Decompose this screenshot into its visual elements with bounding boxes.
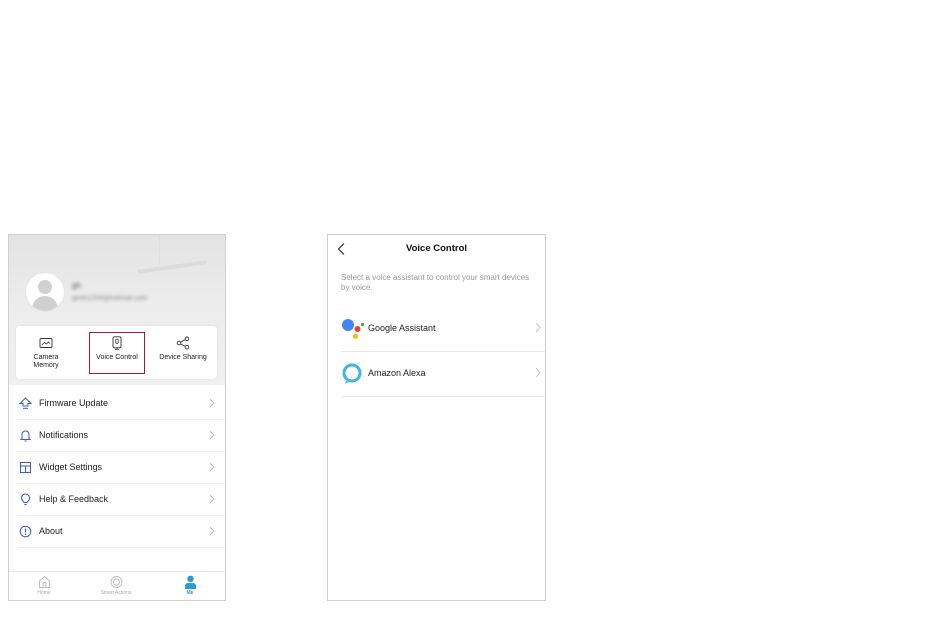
device-sharing-label: Device Sharing [159, 354, 207, 361]
tab-label: Home [37, 590, 51, 596]
firmware-update-icon [19, 397, 32, 409]
menu-item-notifications[interactable]: Notifications [18, 420, 225, 452]
menu-item-label: About [39, 526, 63, 536]
google-assistant-row[interactable]: Google Assistant [341, 306, 545, 352]
google-assistant-icon [342, 319, 365, 339]
camera-memory-label: Camera Memory [33, 354, 59, 369]
menu-item-label: Widget Settings [39, 462, 103, 472]
tab-label: Me [186, 590, 194, 596]
voice-control-screen: Voice Control Select a voice assistant t… [327, 234, 546, 601]
profile-username: gh [72, 281, 81, 290]
me-screen: gh gexh1234@hotmail.com Camera Memory Vo… [8, 234, 226, 601]
chevron-right-icon [535, 322, 541, 333]
background-lamp [137, 260, 207, 274]
tab-me[interactable]: Me [175, 572, 205, 600]
chevron-right-icon [209, 494, 215, 504]
menu-item-about[interactable]: About [18, 516, 225, 548]
tab-label: Smart Actions [100, 590, 132, 596]
assistant-label: Google Assistant [368, 323, 436, 333]
avatar-head [38, 280, 52, 294]
page-title: Voice Control [405, 243, 468, 254]
info-icon [19, 525, 32, 538]
person-icon [184, 575, 196, 589]
menu-item-label: Help & Feedback [39, 494, 109, 504]
menu-item-help-feedback[interactable]: Help & Feedback [18, 484, 225, 516]
profile-email: gexh1234@hotmail.com [72, 295, 148, 302]
chevron-right-icon [209, 462, 215, 472]
tab-smart-actions[interactable]: Smart Actions [91, 572, 141, 600]
menu-item-label: Notifications [39, 430, 89, 440]
chevron-right-icon [535, 367, 541, 378]
tab-home[interactable]: Home [29, 572, 59, 600]
widget-icon [20, 462, 31, 473]
assistant-label: Amazon Alexa [368, 368, 426, 378]
voice-control-highlight-box [89, 332, 145, 374]
menu-item-widget-settings[interactable]: Widget Settings [18, 452, 225, 484]
home-icon [38, 575, 50, 588]
chevron-right-icon [209, 526, 215, 536]
settings-menu: Firmware Update Notifications Widget Set… [9, 388, 225, 548]
bell-icon [19, 430, 32, 442]
camera-memory-icon [39, 338, 53, 348]
lightbulb-icon [21, 493, 30, 505]
camera-memory-button[interactable]: Camera Memory [16, 326, 76, 379]
share-icon [176, 336, 190, 350]
bottom-tab-bar: Home Smart Actions Me [9, 571, 225, 600]
amazon-alexa-icon [342, 363, 362, 384]
chevron-right-icon [209, 430, 215, 440]
amazon-alexa-row[interactable]: Amazon Alexa [341, 351, 545, 397]
avatar[interactable] [25, 272, 65, 312]
device-sharing-button[interactable]: Device Sharing [149, 326, 217, 379]
menu-item-firmware-update[interactable]: Firmware Update [18, 388, 225, 420]
page-description: Select a voice assistant to control your… [341, 273, 530, 292]
background-lamp-cord [159, 235, 160, 265]
menu-item-label: Firmware Update [39, 398, 109, 408]
avatar-body [32, 296, 58, 311]
chevron-right-icon [209, 398, 215, 408]
smart-actions-icon [110, 576, 122, 588]
